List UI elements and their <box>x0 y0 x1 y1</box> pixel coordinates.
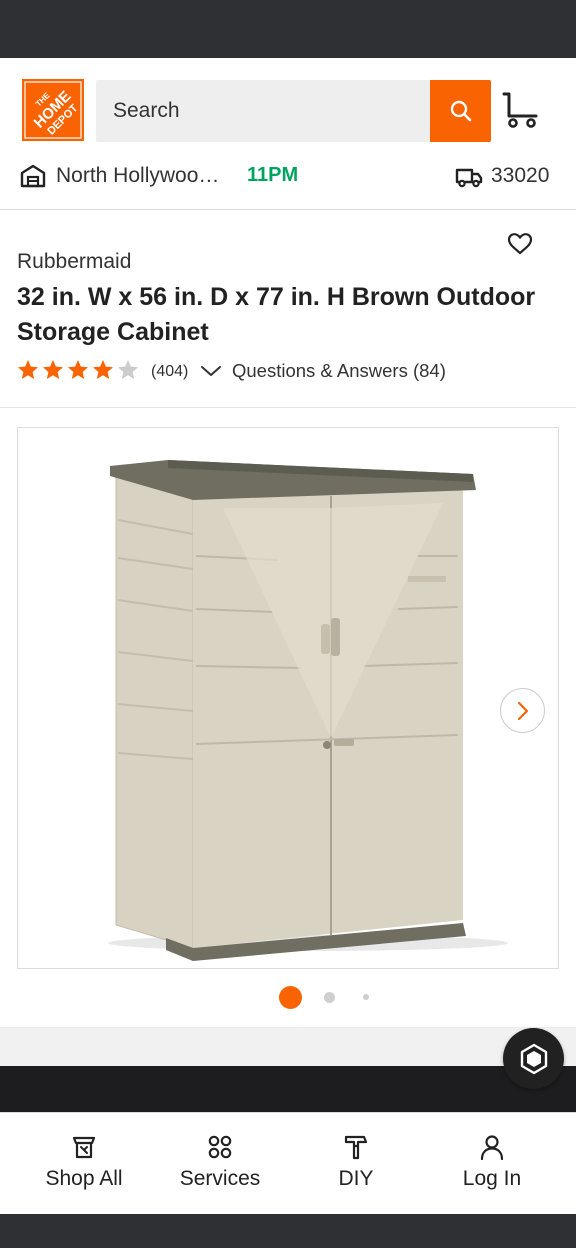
product-gallery <box>0 409 576 1028</box>
nav-shop-all[interactable]: Shop All <box>16 1113 152 1215</box>
next-image-button[interactable] <box>500 688 545 733</box>
chevron-right-icon <box>517 701 528 720</box>
nav-label: Log In <box>462 1167 522 1190</box>
chevron-down-icon[interactable] <box>199 362 223 380</box>
star-filled-icon <box>18 360 38 379</box>
bottom-nav: Shop All Services DIY Log In <box>0 1112 576 1214</box>
diy-icon <box>342 1133 370 1161</box>
star-empty-icon <box>118 360 138 379</box>
header: THE HOME DEPOT Search North Hollywoo… 11… <box>0 58 576 210</box>
search-button[interactable] <box>430 80 491 142</box>
nav-log-in[interactable]: Log In <box>424 1113 560 1215</box>
system-nav-bar <box>0 1214 576 1248</box>
nav-services[interactable]: Services <box>152 1113 288 1215</box>
search-placeholder: Search <box>113 99 180 122</box>
dark-banner <box>0 1066 576 1112</box>
star-filled-icon <box>43 360 63 379</box>
store-hours: 11PM <box>247 164 299 186</box>
gallery-dot[interactable] <box>324 992 335 1003</box>
store-icon <box>20 164 46 188</box>
store-row[interactable]: North Hollywoo… 11PM 33020 <box>0 158 576 196</box>
delivery-zip[interactable]: 33020 <box>491 164 549 188</box>
product-info: Rubbermaid 32 in. W x 56 in. D x 77 in. … <box>0 210 576 408</box>
star-filled-icon <box>93 360 113 379</box>
store-name[interactable]: North Hollywoo… <box>56 164 219 188</box>
home-depot-logo[interactable]: THE HOME DEPOT <box>22 79 84 141</box>
search-input[interactable]: Search <box>96 80 430 142</box>
heart-icon[interactable] <box>507 232 533 256</box>
chat-assistant-button[interactable] <box>503 1028 564 1089</box>
product-title: 32 in. W x 56 in. D x 77 in. H Brown Out… <box>17 283 536 346</box>
assistant-icon <box>520 1043 547 1074</box>
gallery-dot-active[interactable] <box>279 986 302 1009</box>
product-image <box>108 460 508 961</box>
search-icon <box>450 100 471 122</box>
star-filled-icon <box>68 360 88 379</box>
status-bar <box>0 0 576 58</box>
shop-all-icon <box>70 1133 98 1161</box>
product-image-frame[interactable] <box>17 427 559 969</box>
gallery-dot[interactable] <box>363 994 369 1000</box>
brand-name[interactable]: Rubbermaid <box>17 250 131 274</box>
nav-diy[interactable]: DIY <box>288 1113 424 1215</box>
nav-label: Services <box>179 1167 261 1190</box>
cart-icon[interactable] <box>500 92 540 130</box>
services-icon <box>206 1133 234 1161</box>
rating-row[interactable]: (404) Questions & Answers (84) <box>16 358 536 384</box>
review-count[interactable]: (404) <box>151 363 188 381</box>
nav-label: Shop All <box>45 1167 123 1190</box>
truck-icon <box>455 166 483 188</box>
section-divider <box>0 1028 576 1066</box>
user-icon <box>478 1133 506 1161</box>
questions-answers-link[interactable]: Questions & Answers (84) <box>232 360 446 382</box>
nav-label: DIY <box>338 1167 374 1190</box>
